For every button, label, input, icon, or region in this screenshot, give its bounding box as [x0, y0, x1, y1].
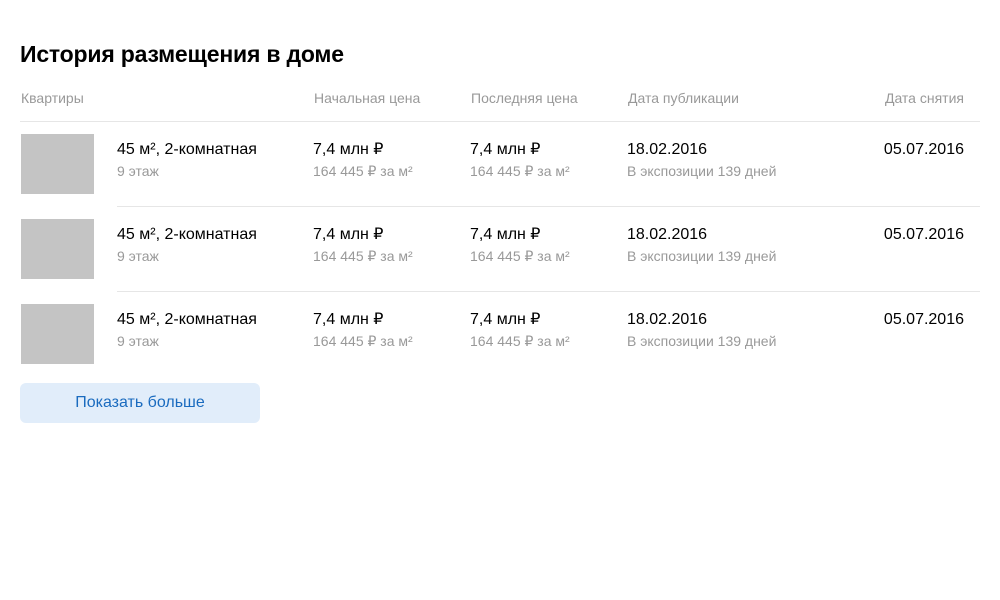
header-apartments: Квартиры [21, 90, 84, 106]
last-price: 7,4 млн ₽ [470, 226, 541, 243]
publish-date: 18.02.2016 [627, 311, 708, 328]
apartment-cell: 45 м², 2-комнатная 9 этаж [117, 310, 257, 349]
last-price-per-m2: 164 445 ₽ за м² [470, 163, 570, 179]
last-price: 7,4 млн ₽ [470, 141, 541, 158]
publish-date: 18.02.2016 [627, 226, 708, 243]
apartment-thumbnail[interactable] [21, 219, 94, 279]
exposure-duration: В экспозиции 139 дней [627, 163, 777, 179]
start-price-cell: 7,4 млн ₽ 164 445 ₽ за м² [313, 225, 413, 264]
apartment-title[interactable]: 45 м², 2-комнатная [117, 310, 257, 329]
table-row[interactable]: 45 м², 2-комнатная 9 этаж 7,4 млн ₽ 164 … [20, 207, 980, 292]
start-price-per-m2: 164 445 ₽ за м² [313, 333, 413, 349]
placement-history-section: История размещения в доме Квартиры Начал… [20, 40, 980, 423]
last-price-cell: 7,4 млн ₽ 164 445 ₽ за м² [470, 225, 570, 264]
apartment-floor: 9 этаж [117, 248, 159, 264]
removed-date-cell: 05.07.2016 [884, 310, 964, 329]
start-price-cell: 7,4 млн ₽ 164 445 ₽ за м² [313, 140, 413, 179]
start-price: 7,4 млн ₽ [313, 141, 384, 158]
start-price: 7,4 млн ₽ [313, 311, 384, 328]
removed-date-cell: 05.07.2016 [884, 140, 964, 159]
apartment-floor: 9 этаж [117, 333, 159, 349]
exposure-duration: В экспозиции 139 дней [627, 248, 777, 264]
header-removed-date: Дата снятия [884, 90, 964, 106]
publish-date-cell: 18.02.2016 В экспозиции 139 дней [627, 140, 776, 179]
header-publish-date: Дата публикации [628, 90, 739, 106]
table-row[interactable]: 45 м², 2-комнатная 9 этаж 7,4 млн ₽ 164 … [20, 292, 980, 377]
start-price-per-m2: 164 445 ₽ за м² [313, 163, 413, 179]
last-price-per-m2: 164 445 ₽ за м² [470, 333, 570, 349]
publish-date-cell: 18.02.2016 В экспозиции 139 дней [627, 225, 776, 264]
last-price-per-m2: 164 445 ₽ за м² [470, 248, 570, 264]
publish-date: 18.02.2016 [627, 141, 708, 158]
publish-date-cell: 18.02.2016 В экспозиции 139 дней [627, 310, 776, 349]
removed-date: 05.07.2016 [883, 311, 964, 328]
apartment-cell: 45 м², 2-комнатная 9 этаж [117, 225, 257, 264]
exposure-duration: В экспозиции 139 дней [627, 333, 777, 349]
last-price-cell: 7,4 млн ₽ 164 445 ₽ за м² [470, 310, 570, 349]
section-title: История размещения в доме [20, 41, 344, 67]
apartment-title[interactable]: 45 м², 2-комнатная [117, 225, 257, 244]
table-body: 45 м², 2-комнатная 9 этаж 7,4 млн ₽ 164 … [20, 122, 980, 377]
removed-date: 05.07.2016 [883, 226, 964, 243]
history-table: Квартиры Начальная цена Последняя цена Д… [20, 90, 980, 377]
start-price-cell: 7,4 млн ₽ 164 445 ₽ за м² [313, 310, 413, 349]
apartment-cell: 45 м², 2-комнатная 9 этаж [117, 140, 257, 179]
show-more-button[interactable]: Показать больше [20, 383, 260, 423]
start-price: 7,4 млн ₽ [313, 226, 384, 243]
apartment-title[interactable]: 45 м², 2-комнатная [117, 140, 257, 159]
last-price: 7,4 млн ₽ [470, 311, 541, 328]
table-row[interactable]: 45 м², 2-комнатная 9 этаж 7,4 млн ₽ 164 … [20, 122, 980, 207]
header-last-price: Последняя цена [471, 90, 578, 106]
removed-date: 05.07.2016 [883, 141, 964, 158]
apartment-thumbnail[interactable] [21, 304, 94, 364]
header-start-price: Начальная цена [314, 90, 421, 106]
table-header: Квартиры Начальная цена Последняя цена Д… [20, 90, 980, 122]
last-price-cell: 7,4 млн ₽ 164 445 ₽ за м² [470, 140, 570, 179]
apartment-floor: 9 этаж [117, 163, 159, 179]
apartment-thumbnail[interactable] [21, 134, 94, 194]
start-price-per-m2: 164 445 ₽ за м² [313, 248, 413, 264]
removed-date-cell: 05.07.2016 [884, 225, 964, 244]
